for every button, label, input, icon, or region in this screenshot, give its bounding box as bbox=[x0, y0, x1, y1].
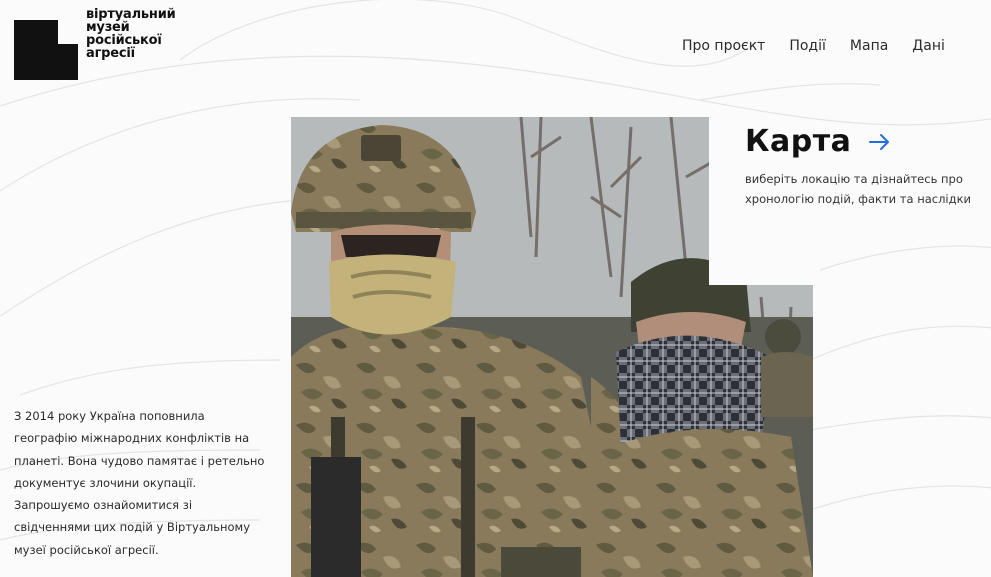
nav-item-events[interactable]: Події bbox=[789, 38, 826, 54]
map-description: виберіть локацію та дізнайтесь про хроно… bbox=[745, 172, 972, 206]
logo-line: агресії bbox=[86, 46, 135, 61]
arrow-right-icon bbox=[869, 133, 890, 150]
map-title: Карта bbox=[745, 124, 852, 159]
main-nav: Про проєкт Події Мапа Дані bbox=[682, 38, 945, 54]
nav-item-map[interactable]: Мапа bbox=[850, 38, 888, 54]
logo-mark-icon bbox=[14, 20, 78, 80]
hero-photo bbox=[291, 117, 813, 577]
map-card: Карта виберіть локацію та дізнайтесь про… bbox=[745, 124, 991, 209]
page: віртуальний музей російської агресії Про… bbox=[0, 0, 991, 577]
logo-text: віртуальний музей російської агресії bbox=[86, 8, 176, 60]
map-link[interactable]: Карта bbox=[745, 124, 991, 159]
nav-item-data[interactable]: Дані bbox=[912, 38, 945, 54]
intro-text: З 2014 року Україна поповнила географію … bbox=[14, 409, 265, 557]
nav-item-about[interactable]: Про проєкт bbox=[682, 38, 765, 54]
site-logo[interactable]: віртуальний музей російської агресії bbox=[14, 8, 204, 80]
